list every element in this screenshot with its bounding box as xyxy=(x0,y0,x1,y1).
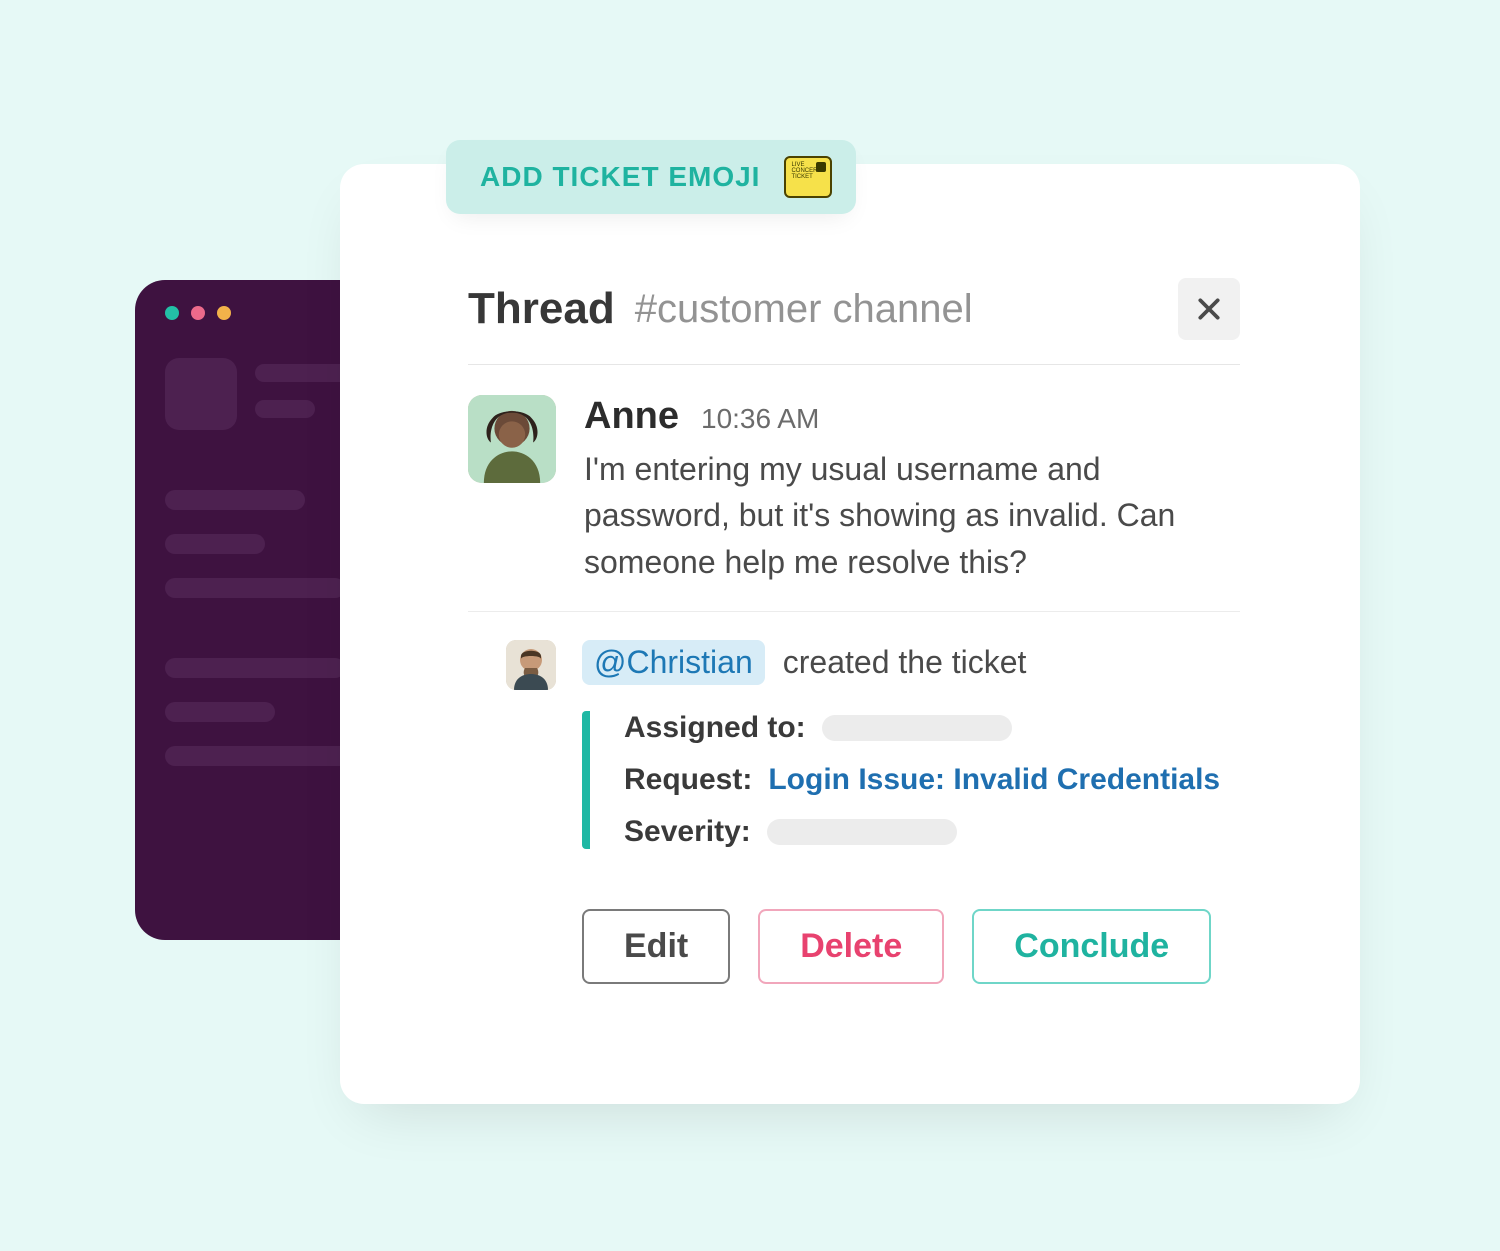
close-icon xyxy=(1196,296,1222,322)
replier-avatar xyxy=(506,640,556,690)
thread-channel: #customer channel xyxy=(635,287,973,332)
ticket-actions: Edit Delete Conclude xyxy=(582,909,1240,984)
assigned-value-placeholder xyxy=(822,715,1012,741)
request-link[interactable]: Login Issue: Invalid Credentials xyxy=(768,763,1220,797)
conclude-button[interactable]: Conclude xyxy=(972,909,1211,984)
window-close-dot xyxy=(165,306,179,320)
author-avatar xyxy=(468,395,556,483)
message-time: 10:36 AM xyxy=(701,403,819,435)
window-min-dot xyxy=(191,306,205,320)
thread-header: Thread #customer channel xyxy=(468,278,1240,365)
add-ticket-emoji-tag[interactable]: ADD TICKET EMOJI LIVECONCERTTICKET xyxy=(446,140,856,214)
message-row: Anne 10:36 AM I'm entering my usual user… xyxy=(468,365,1240,612)
assigned-label: Assigned to: xyxy=(624,711,806,745)
message-text: I'm entering my usual username and passw… xyxy=(584,446,1240,585)
severity-label: Severity: xyxy=(624,815,751,849)
tag-label: ADD TICKET EMOJI xyxy=(480,161,760,193)
edit-button[interactable]: Edit xyxy=(582,909,730,984)
delete-button[interactable]: Delete xyxy=(758,909,944,984)
message-author: Anne xyxy=(584,395,679,438)
window-max-dot xyxy=(217,306,231,320)
ticket-info: Assigned to: Request: Login Issue: Inval… xyxy=(582,711,1240,849)
mention-chip[interactable]: @Christian xyxy=(582,640,765,685)
close-button[interactable] xyxy=(1178,278,1240,340)
ticket-reply: @Christian created the ticket Assigned t… xyxy=(468,612,1240,984)
reply-action-text: created the ticket xyxy=(783,644,1027,681)
thread-title: Thread xyxy=(468,284,615,334)
request-label: Request: xyxy=(624,763,752,797)
ticket-emoji-icon: LIVECONCERTTICKET xyxy=(784,156,832,198)
avatar-icon xyxy=(506,640,556,690)
thread-panel: Thread #customer channel Anne 10:36 AM I… xyxy=(340,164,1360,1104)
avatar-icon xyxy=(468,395,556,483)
severity-value-placeholder xyxy=(767,819,957,845)
